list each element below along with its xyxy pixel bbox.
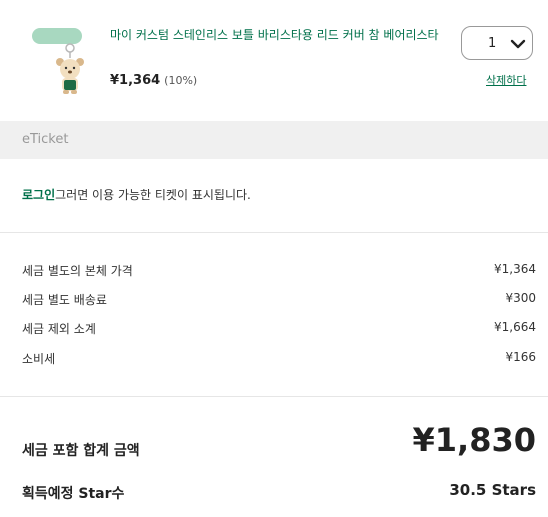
quantity-select[interactable]: 1 [461,26,533,60]
item-price: ¥1,364 [110,73,161,88]
summary-value: ¥1,664 [494,320,536,334]
chevron-down-icon [510,39,526,49]
summary-row: 소비세 ¥166 [22,350,536,368]
delete-button[interactable]: 삭제하다 [486,72,526,88]
summary-row: 세금 제외 소계 ¥1,664 [22,320,536,338]
summary-label: 세금 별도 배송료 [22,293,107,307]
summary-value: ¥300 [505,291,536,305]
quantity-value: 1 [488,36,497,51]
stars-label: 획득예정 Star수 [22,486,125,502]
summary-row: 세금 별도의 본체 가격 ¥1,364 [22,262,536,280]
stars-value: 30.5 Stars [449,481,536,499]
product-thumbnail[interactable] [30,24,96,96]
total-label: 세금 포함 합계 금액 [22,443,140,459]
cart-item: 마이 커스텀 스테인리스 보틀 바리스타용 리드 커버 참 베어리스타 ¥1,3… [0,0,548,120]
lid-cover-shape [32,28,82,44]
discount-rate: (10%) [164,74,198,87]
eticket-message-text: 그러면 이용 가능한 티켓이 표시됩니다. [55,188,251,202]
summary-label: 세금 제외 소계 [22,322,96,336]
divider [0,396,548,397]
divider [0,232,548,233]
price-row: ¥1,364 (10%) [110,73,197,88]
total-amount: ¥1,830 [412,421,536,459]
eticket-title: eTicket [22,132,69,147]
eticket-header: eTicket [0,121,548,159]
summary-value: ¥1,364 [494,262,536,276]
product-name-link[interactable]: 마이 커스텀 스테인리스 보틀 바리스타용 리드 커버 참 베어리스타 [110,27,445,44]
summary-value: ¥166 [505,350,536,364]
summary-row: 세금 별도 배송료 ¥300 [22,291,536,309]
summary-label: 세금 별도의 본체 가격 [22,264,133,278]
login-link[interactable]: 로그인 [22,188,55,202]
summary-label: 소비세 [22,352,56,366]
eticket-login-message: 로그인그러면 이용 가능한 티켓이 표시됩니다. [22,186,251,203]
